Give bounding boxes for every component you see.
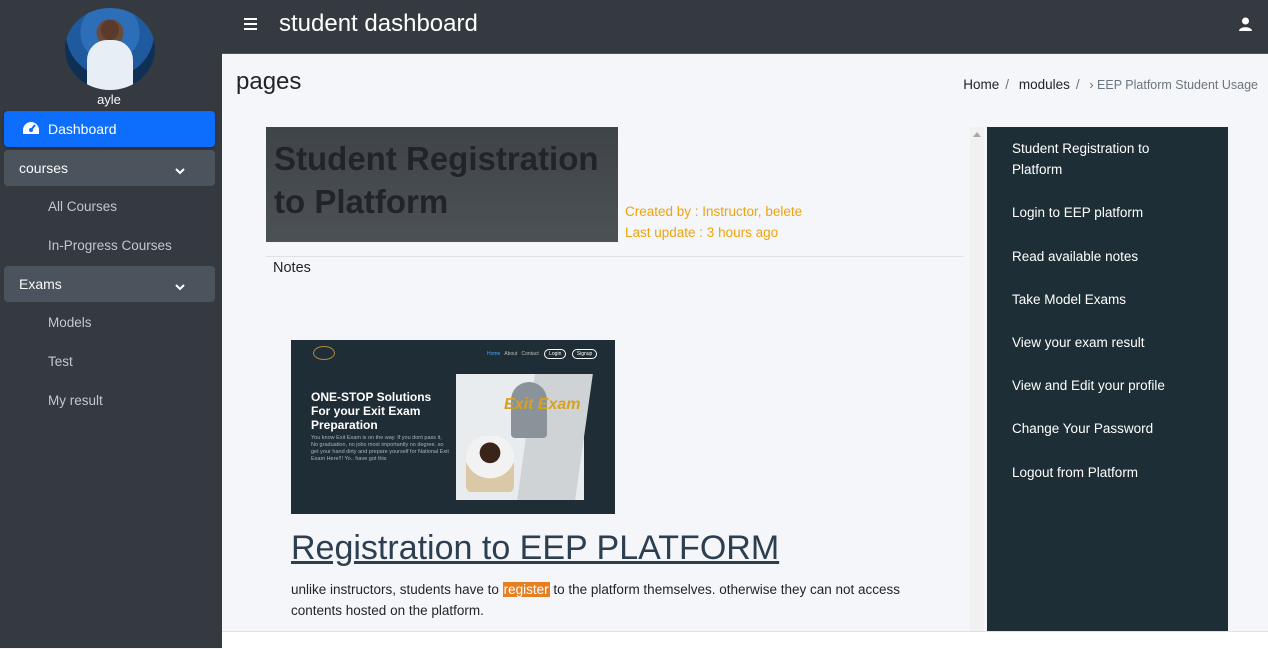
module-toc: Student Registration to Platform Login t… [987,127,1228,633]
sidebar-item-label: Dashboard [48,121,117,137]
sidebar-group-exams[interactable]: Exams [4,266,215,302]
last-update: Last update : 3 hours ago [625,225,779,240]
breadcrumb-current: › EEP Platform Student Usage [1089,78,1258,92]
module-title: Student Registration to Platform [274,140,599,220]
module-meta: Created by : Instructor, belete Last upd… [625,201,802,243]
breadcrumb-modules[interactable]: modules [1019,77,1070,92]
sidebar: ayle Dashboard courses All Courses In-Pr… [0,0,222,648]
sidebar-item-my-result[interactable]: My result [48,393,103,408]
created-by: Created by : Instructor, belete [625,204,803,219]
module-hero-banner: Student Registration to Platform [266,127,618,242]
app-title: student dashboard [279,10,478,37]
notes-label: Notes [273,260,311,276]
registration-paragraph: unlike instructors, students have to reg… [291,582,901,618]
image-brand: Exit Exam [504,396,581,413]
top-navbar: student dashboard [222,0,1268,54]
toc-item-login[interactable]: Login to EEP platform [1012,202,1202,223]
student-illustration [466,436,514,492]
toc-item-logout[interactable]: Logout from Platform [1012,462,1202,483]
hamburger-icon[interactable] [244,18,257,33]
breadcrumb-home[interactable]: Home [963,77,999,92]
breadcrumb: Home / modules / › EEP Platform Student Us… [963,77,1258,92]
toc-item-exam-result[interactable]: View your exam result [1012,332,1202,353]
tachometer-icon [22,120,40,141]
sidebar-item-all-courses[interactable]: All Courses [48,199,117,214]
footer [222,631,1268,649]
toc-item-profile[interactable]: View and Edit your profile [1012,375,1202,396]
page-title: pages [236,68,302,95]
image-illustration: Exit Exam [456,374,593,500]
image-headline: ONE-STOP Solutions For your Exit Exam Pr… [311,390,432,432]
user-icon[interactable] [1239,17,1252,36]
sidebar-item-dashboard[interactable]: Dashboard [4,111,215,147]
image-nav: Home About Contact Login Signup [487,349,598,359]
user-name[interactable]: ayle [0,92,218,107]
toc-item-notes[interactable]: Read available notes [1012,246,1202,267]
image-body: You know Exit Exam is on the way. If you… [311,435,449,462]
sidebar-item-test[interactable]: Test [48,354,73,369]
scrollbar[interactable] [970,127,984,633]
divider [266,256,964,257]
sidebar-group-label: Exams [19,276,62,292]
toc-item-model-exams[interactable]: Take Model Exams [1012,289,1202,310]
sidebar-group-courses[interactable]: courses [4,150,215,186]
platform-screenshot-image: Home About Contact Login Signup ONE-STOP… [291,340,615,514]
sidebar-group-label: courses [19,160,69,176]
chevron-down-icon [175,162,185,180]
logo-icon [313,346,335,360]
chevron-down-icon [175,278,185,296]
highlighted-term: register [502,582,550,597]
sidebar-item-models[interactable]: Models [48,315,92,330]
scroll-up-icon[interactable] [973,132,981,137]
toc-item-password[interactable]: Change Your Password [1012,418,1202,439]
registration-heading-link[interactable]: Registration to EEP PLATFORM [291,529,779,568]
toc-item-registration[interactable]: Student Registration to Platform [1012,138,1202,180]
module-content: Student Registration to Platform Created… [266,127,964,633]
avatar[interactable] [65,8,155,90]
sidebar-item-in-progress-courses[interactable]: In-Progress Courses [48,238,172,253]
